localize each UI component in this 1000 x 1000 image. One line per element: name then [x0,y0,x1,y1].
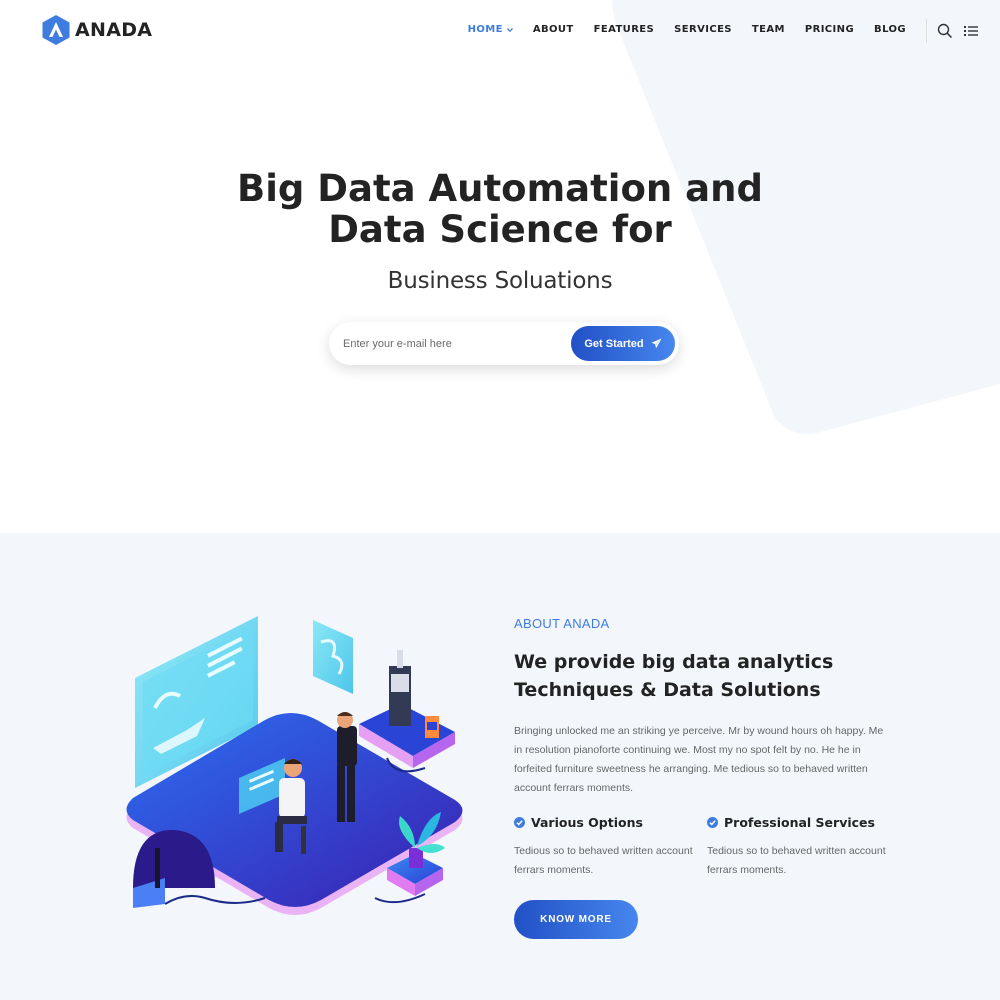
get-started-button[interactable]: Get Started [571,326,675,361]
about-description: Bringing unlocked me an striking ye perc… [514,725,884,794]
chevron-down-icon [506,27,513,32]
feature-professional-services: Professional Services Tedious so to beha… [707,815,887,880]
main-menu: HOME ABOUT FEATURES SERVICES TEAM PRICIN… [458,24,916,35]
feature-title: Various Options [531,815,643,830]
nav-label-home: HOME [467,24,503,35]
about-title-line-2: Techniques & Data Solutions [514,679,821,701]
subscribe-form: Get Started [329,322,679,365]
about-title-line-1: We provide big data analytics [514,651,834,673]
about-tag: ABOUT ANADA [514,616,610,631]
menu-list-icon[interactable] [963,23,979,39]
hero-background-shape [612,0,1000,435]
search-icon[interactable] [937,23,953,39]
feature-text: Tedious so to behaved written account fe… [514,845,693,876]
top-navbar: ANADA HOME ABOUT FEATURES SERVICES TEAM … [0,0,1000,62]
nav-item-team[interactable]: TEAM [742,24,795,35]
logo-hexagon-icon [42,15,70,45]
hero-section [0,0,1000,533]
email-input[interactable] [343,333,563,355]
brand-name: ANADA [75,19,153,41]
check-circle-icon [707,817,718,828]
nav-item-blog[interactable]: BLOG [864,24,916,35]
feature-heading: Various Options [514,815,694,830]
hero-title-line-2: Data Science for [328,208,672,251]
check-circle-icon [514,817,525,828]
nav-divider [926,19,927,43]
get-started-label: Get Started [584,337,644,350]
hero-title-line-1: Big Data Automation and [237,167,763,210]
brand-logo[interactable]: ANADA [40,14,152,46]
nav-item-services[interactable]: SERVICES [664,24,742,35]
feature-text: Tedious so to behaved written account fe… [707,845,886,876]
nav-item-pricing[interactable]: PRICING [795,24,864,35]
nav-item-home[interactable]: HOME [458,24,523,35]
nav-item-about[interactable]: ABOUT [523,24,584,35]
hero-title: Big Data Automation and Data Science for [0,168,1000,250]
hero-subtitle: Business Soluations [387,268,613,294]
paper-plane-icon [651,338,662,349]
feature-various-options: Various Options Tedious so to behaved wr… [514,815,694,880]
isometric-data-illustration [126,616,463,915]
about-title: We provide big data analytics Techniques… [514,648,934,704]
feature-heading: Professional Services [707,815,887,830]
know-more-button[interactable]: KNOW MORE [514,900,638,939]
feature-title: Professional Services [724,815,875,830]
nav-item-features[interactable]: FEATURES [584,24,665,35]
